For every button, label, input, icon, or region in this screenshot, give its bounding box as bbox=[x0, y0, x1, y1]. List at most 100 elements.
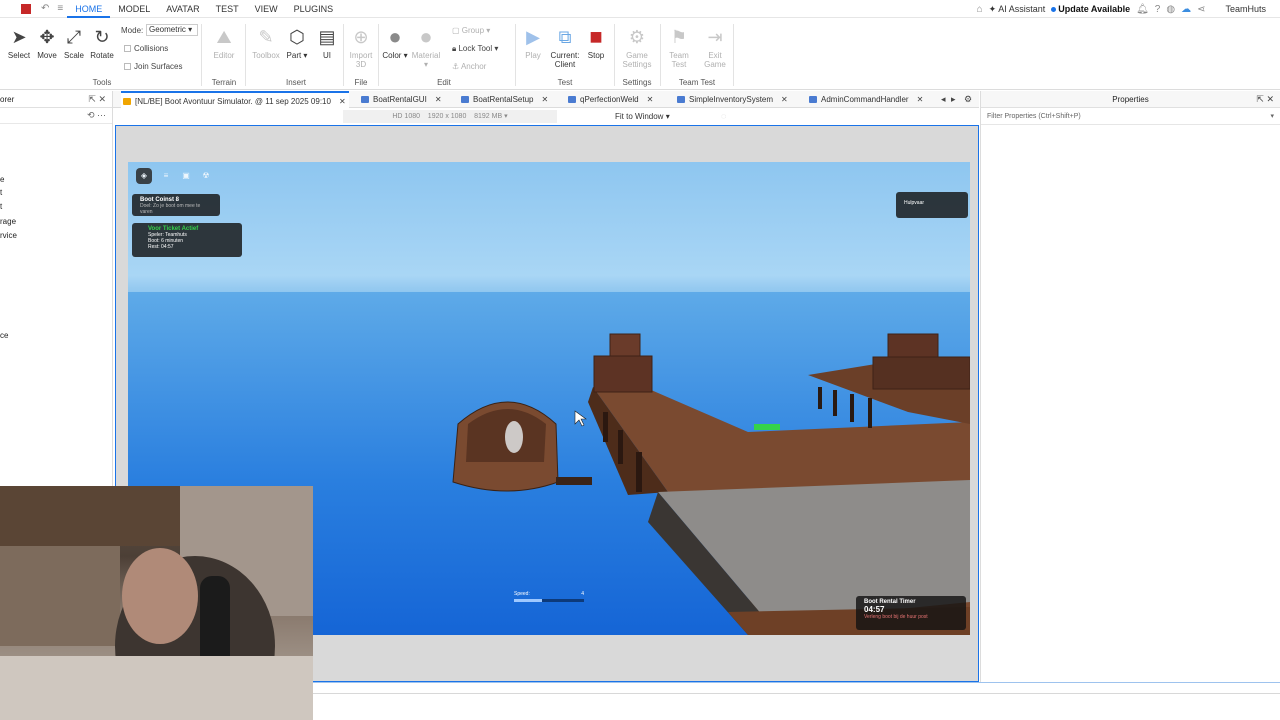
tree-item[interactable]: rage bbox=[0, 217, 16, 226]
boat-oar bbox=[556, 477, 592, 485]
cloud-icon[interactable]: ☁︎ bbox=[1181, 4, 1191, 15]
menu-tab-view[interactable]: VIEW bbox=[247, 0, 286, 18]
collisions-toggle[interactable]: Collisions bbox=[124, 44, 168, 53]
hamburger-menu-icon[interactable]: ≡ bbox=[158, 168, 174, 184]
roblox-menu-icon[interactable]: ◈ bbox=[136, 168, 152, 184]
chat-icon[interactable]: ▣ bbox=[178, 168, 194, 184]
explorer-filter[interactable]: ⟲ ⋯ bbox=[0, 108, 112, 124]
team-test-button[interactable]: ⚑ Team Test bbox=[664, 26, 694, 69]
tab-scroll-right-icon[interactable]: ▸ bbox=[951, 91, 956, 108]
menu-tab-avatar[interactable]: AVATAR bbox=[158, 0, 207, 18]
user-name[interactable]: TeamHuts bbox=[1225, 4, 1266, 14]
toolbox-label: Toolbox bbox=[252, 51, 280, 60]
properties-window-controls[interactable]: ⇱ ✕ bbox=[1256, 91, 1274, 108]
mode-select[interactable]: Geometric ▾ bbox=[146, 24, 198, 36]
close-icon[interactable]: ✕ bbox=[339, 97, 346, 106]
current-client-button[interactable]: ⧉ Current: Client bbox=[547, 26, 583, 69]
webcam-image bbox=[0, 486, 313, 720]
join-surfaces-toggle[interactable]: Join Surfaces bbox=[124, 62, 182, 71]
home-icon[interactable]: ⌂ bbox=[977, 4, 983, 15]
menu-tab-home[interactable]: HOME bbox=[67, 0, 111, 18]
tree-item[interactable]: e bbox=[0, 175, 4, 184]
rotate-device-icon[interactable]: ◌ bbox=[721, 111, 726, 121]
rental-marker[interactable] bbox=[754, 424, 780, 430]
ui-button[interactable]: ▤ UI bbox=[314, 26, 340, 60]
update-available-button[interactable]: Update Available bbox=[1051, 4, 1130, 14]
quick-access-menu-icon[interactable]: ≡ bbox=[57, 3, 63, 14]
chevron-down-icon[interactable]: ▾ bbox=[1270, 108, 1274, 125]
tab-qperfectionweld[interactable]: qPerfectionWeld ✕ bbox=[566, 91, 653, 108]
toolbox-button[interactable]: ✎ Toolbox bbox=[249, 26, 283, 60]
collisions-checkbox[interactable] bbox=[124, 45, 131, 53]
import-icon: ⊕ bbox=[353, 27, 369, 47]
tab-scroll-left-icon[interactable]: ◂ bbox=[941, 91, 946, 108]
tree-item[interactable]: t bbox=[0, 202, 2, 211]
explorer-window-controls[interactable]: ⇱ ✕ bbox=[88, 91, 106, 108]
help-button[interactable]: Hulpvaar bbox=[896, 192, 968, 218]
ai-assistant-button[interactable]: ✦ AI Assistant bbox=[989, 4, 1046, 15]
notifications-icon[interactable]: 🔔︎ bbox=[1136, 4, 1149, 15]
tab-boatrentalsetup[interactable]: BoatRentalSetup ✕ bbox=[459, 91, 548, 108]
rotate-tool-button[interactable]: ↻ Rotate bbox=[88, 26, 116, 60]
close-icon[interactable]: ✕ bbox=[542, 95, 549, 104]
part-button[interactable]: ⬡ Part ▾ bbox=[285, 26, 309, 60]
ribbon-separator bbox=[245, 24, 246, 86]
foreground bbox=[0, 656, 313, 720]
scale-tool-button[interactable]: ⤢ Scale bbox=[61, 26, 87, 60]
help-icon[interactable]: ? bbox=[1155, 4, 1161, 15]
boat-coins-panel: Boot Coinst 8 Doel: Zo je boot om mee te… bbox=[132, 194, 220, 216]
play-button[interactable]: ▶ Play bbox=[521, 26, 545, 60]
insert-group-label: Insert bbox=[285, 78, 306, 87]
material-label: Material bbox=[411, 51, 441, 60]
close-icon[interactable]: ✕ bbox=[781, 95, 788, 104]
speed-value: 4 bbox=[581, 591, 584, 597]
menu-tab-test[interactable]: TEST bbox=[208, 0, 247, 18]
import-3d-button[interactable]: ⊕ Import 3D bbox=[346, 26, 376, 69]
anchor-button[interactable]: ⚓︎ Anchor bbox=[452, 62, 486, 71]
player-avatar[interactable] bbox=[505, 421, 523, 453]
tree-item[interactable]: rvice bbox=[0, 231, 17, 240]
fit-to-window-select[interactable]: Fit to Window ▾ bbox=[615, 110, 670, 123]
close-icon[interactable]: ✕ bbox=[435, 95, 442, 104]
material-button[interactable]: ● Material ▾ bbox=[409, 24, 443, 70]
terrain-editor-button[interactable]: ⛰︎ Editor bbox=[208, 26, 240, 60]
tree-item[interactable]: ce bbox=[0, 331, 8, 340]
scale-icon: ⤢ bbox=[66, 27, 82, 47]
dock-post bbox=[636, 452, 642, 492]
tab-simpleinventorysystem[interactable]: SimpleInventorySystem ✕ bbox=[675, 91, 788, 108]
share-icon[interactable]: ⋖ bbox=[1197, 4, 1205, 15]
properties-filter-placeholder: Filter Properties (Ctrl+Shift+P) bbox=[987, 113, 1081, 120]
tree-item[interactable]: t bbox=[0, 188, 2, 197]
properties-panel: Properties ⇱ ✕ Filter Properties (Ctrl+S… bbox=[980, 91, 1280, 682]
close-icon[interactable]: ✕ bbox=[917, 95, 924, 104]
history-icon[interactable]: ⟲ ⋯ bbox=[87, 110, 106, 121]
color-button[interactable]: ● Color ▾ bbox=[381, 26, 409, 61]
globe-icon[interactable]: ◍ bbox=[1166, 4, 1175, 15]
device-emulation-select[interactable]: HD 1080 1920 x 1080 8192 MB ▾ bbox=[343, 110, 557, 123]
material-icon: ● bbox=[419, 24, 433, 49]
group-button[interactable]: ▢ Group ▾ bbox=[452, 26, 490, 35]
close-icon[interactable]: ✕ bbox=[647, 95, 654, 104]
tab-place[interactable]: [NL/BE] Boot Avontuur Simulator. @ 11 se… bbox=[121, 91, 349, 108]
place-icon bbox=[123, 98, 131, 105]
move-tool-button[interactable]: ✥ Move bbox=[34, 26, 60, 60]
select-tool-button[interactable]: ➤ Select bbox=[6, 26, 32, 60]
menu-tab-plugins[interactable]: PLUGINS bbox=[286, 0, 342, 18]
game-settings-button[interactable]: ⚙ Game Settings bbox=[618, 26, 656, 69]
lock-tool-button[interactable]: 🔒︎ Lock Tool ▾ bbox=[452, 44, 498, 54]
undo-icon[interactable]: ↶ bbox=[41, 3, 49, 14]
stop-recording-icon[interactable] bbox=[21, 3, 31, 14]
menu-tab-model[interactable]: MODEL bbox=[110, 0, 158, 18]
tabs-settings-icon[interactable]: ⚙ bbox=[964, 91, 972, 108]
tab-boatrentalgui[interactable]: BoatRentalGUI ✕ bbox=[359, 91, 442, 108]
stop-button[interactable]: ■ Stop bbox=[584, 26, 608, 61]
tab-admincommandhandler[interactable]: AdminCommandHandler ✕ bbox=[807, 91, 923, 108]
exit-game-button[interactable]: ⇥ Exit Game bbox=[700, 26, 730, 69]
explorer-title: orer bbox=[0, 95, 15, 104]
game-settings-label: Game Settings bbox=[622, 51, 652, 69]
properties-filter-input[interactable]: Filter Properties (Ctrl+Shift+P) ▾ bbox=[981, 108, 1280, 125]
command-bar[interactable] bbox=[313, 682, 1280, 694]
team-test-icon: ⚑ bbox=[670, 27, 688, 47]
join-surfaces-checkbox[interactable] bbox=[124, 63, 131, 71]
mic-icon[interactable]: ☢ bbox=[198, 168, 214, 184]
